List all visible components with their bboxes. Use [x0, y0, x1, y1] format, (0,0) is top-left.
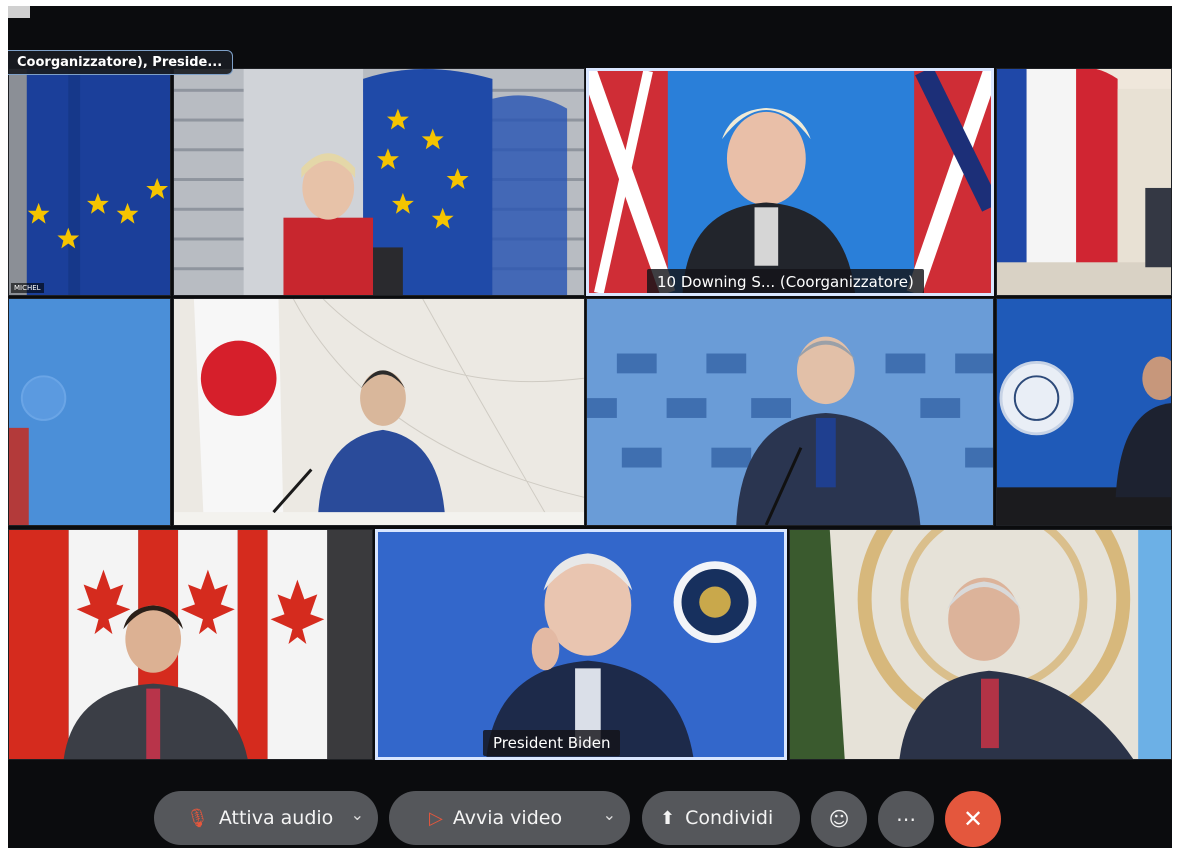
meeting-control-bar: 🎙 Attiva audio ⌄ ▷ Avvia video ⌄ ⬆ Condi… — [8, 789, 1172, 848]
white-house-background — [378, 532, 784, 757]
participant-name-label: President Biden — [483, 730, 621, 756]
muted-microphone-icon: 🎙 — [186, 807, 209, 829]
eu-flag-background — [9, 69, 170, 295]
video-tile-france[interactable] — [996, 68, 1172, 296]
window-corner — [8, 6, 30, 18]
close-icon: ✕ — [962, 805, 984, 833]
canada-flags-background — [9, 530, 372, 759]
chevron-down-icon[interactable]: ⌄ — [603, 805, 616, 824]
video-tile-president-biden[interactable]: President Biden — [375, 529, 787, 760]
share-button[interactable]: ⬆ Condividi — [642, 791, 800, 845]
video-button-label: Avvia video — [452, 807, 563, 829]
video-tile-uk-active-speaker[interactable]: 10 Downing S... (Coorganizzatore) — [586, 68, 994, 296]
share-icon: ⬆ — [660, 807, 676, 829]
japan-flag-background — [174, 299, 584, 525]
union-jack-background — [589, 71, 991, 293]
video-meeting-window: Coorganizzatore), Preside... MICHEL 10 D… — [8, 6, 1172, 848]
more-options-button[interactable]: ⋯ — [878, 791, 934, 847]
video-tile-japan[interactable] — [173, 298, 585, 526]
chevron-down-icon[interactable]: ⌄ — [351, 805, 364, 824]
video-tile-united-nations[interactable] — [789, 529, 1172, 760]
leave-meeting-button[interactable]: ✕ — [945, 791, 1001, 847]
video-tile-italy[interactable] — [996, 298, 1172, 526]
video-tile-germany[interactable] — [8, 298, 171, 526]
video-tile-canada[interactable] — [8, 529, 373, 760]
video-tile-eu-council[interactable]: MICHEL — [8, 68, 171, 296]
italy-emblem-background — [997, 299, 1171, 525]
un-emblem-background — [790, 530, 1171, 759]
blue-wall-background — [9, 299, 170, 525]
ellipsis-icon: ⋯ — [896, 807, 916, 831]
smiley-icon: ☺ — [828, 807, 850, 831]
share-button-label: Condividi — [685, 807, 774, 829]
start-video-button[interactable]: ▷ Avvia video ⌄ — [389, 791, 630, 845]
nato-backdrop-background — [587, 299, 993, 525]
office-eu-flags-background — [174, 69, 584, 295]
video-off-icon: ▷ — [429, 807, 443, 829]
participant-name-label: Coorganizzatore), Preside... — [8, 50, 234, 75]
video-tile-nato[interactable] — [586, 298, 994, 526]
unmute-audio-button[interactable]: 🎙 Attiva audio ⌄ — [154, 791, 378, 845]
french-flag-background — [997, 69, 1171, 295]
participant-name-tag: MICHEL — [11, 283, 44, 293]
audio-button-label: Attiva audio — [218, 807, 334, 829]
participant-name-label: 10 Downing S... (Coorganizzatore) — [647, 269, 924, 293]
video-tile-von-der-leyen[interactable] — [173, 68, 585, 296]
reactions-button[interactable]: ☺ — [811, 791, 867, 847]
